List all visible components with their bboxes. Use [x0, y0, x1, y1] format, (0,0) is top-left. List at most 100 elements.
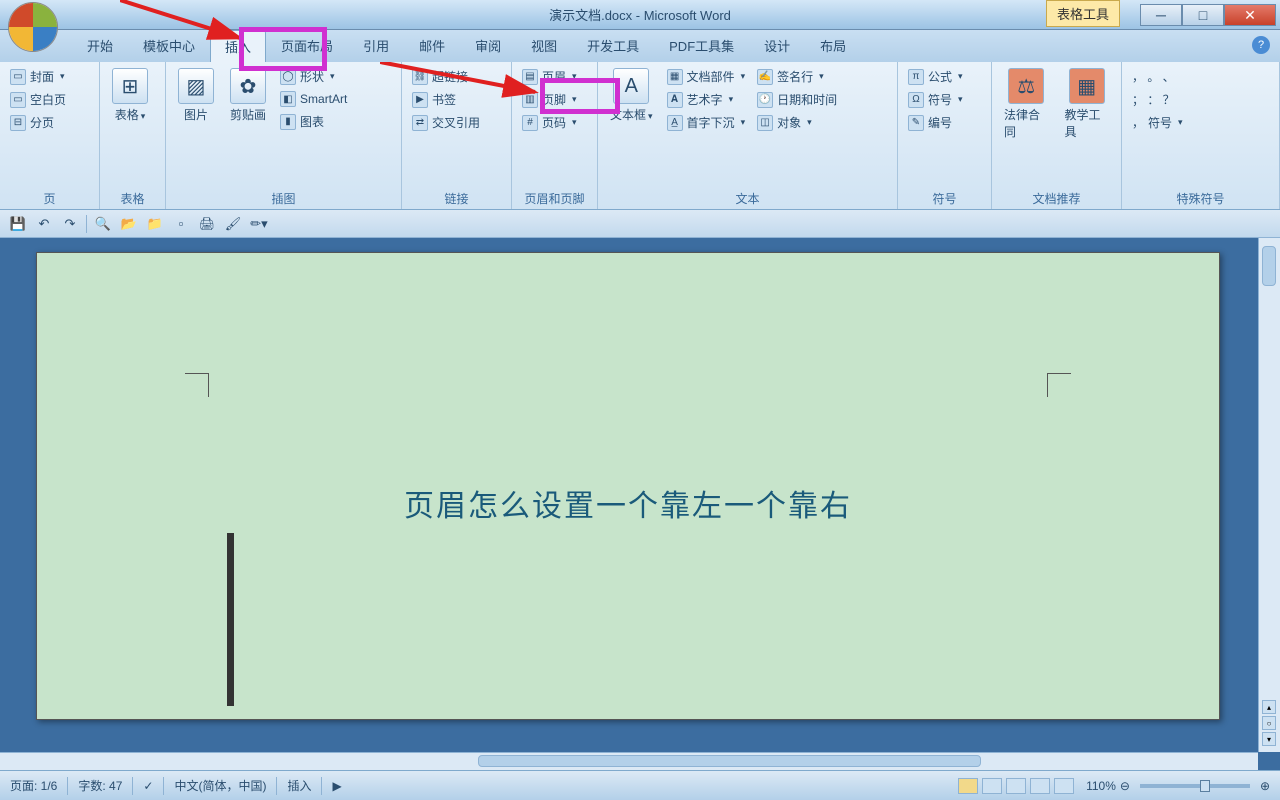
- symbol-button[interactable]: Ω符号: [904, 89, 967, 110]
- cover-page-button[interactable]: ▭封面: [6, 66, 70, 87]
- group-label: 文档推荐: [998, 188, 1115, 207]
- quick-access-toolbar: 💾 ↶ ↷ 🔍 📂 📁 ▫ 🖨 🖌 ✏▾: [0, 210, 1280, 238]
- parts-icon: ▦: [667, 69, 683, 85]
- special-sym-more[interactable]: ， 符号: [1128, 112, 1187, 133]
- legal-button[interactable]: ⚖法律合同: [998, 66, 1055, 142]
- tab-mail[interactable]: 邮件: [404, 29, 460, 62]
- status-spelling-icon[interactable]: ✓: [143, 779, 153, 793]
- special-sym-1[interactable]: ， 。 、: [1128, 66, 1187, 87]
- chart-button[interactable]: ▮图表: [276, 111, 351, 132]
- save-icon[interactable]: 💾: [8, 214, 28, 234]
- number-button[interactable]: ✎编号: [904, 112, 967, 133]
- document-heading[interactable]: 页眉怎么设置一个靠左一个靠右: [37, 481, 1219, 525]
- open-icon[interactable]: 📂: [119, 214, 139, 234]
- maximize-button[interactable]: □: [1182, 4, 1224, 26]
- document-table[interactable]: [227, 533, 234, 706]
- shapes-button[interactable]: ◯形状: [276, 66, 351, 87]
- close-button[interactable]: ✕: [1224, 4, 1276, 26]
- new-icon[interactable]: ▫: [171, 214, 191, 234]
- clock-icon: 🕐: [757, 92, 773, 108]
- tab-design[interactable]: 设计: [749, 29, 805, 62]
- pagenum-button[interactable]: #页码: [518, 112, 581, 133]
- tab-developer[interactable]: 开发工具: [572, 29, 654, 62]
- scroll-thumb[interactable]: [478, 755, 981, 767]
- folder-icon[interactable]: 📁: [145, 214, 165, 234]
- shapes-icon: ◯: [280, 69, 296, 85]
- wordart-button[interactable]: 𝐀艺术字: [663, 89, 750, 110]
- bookmark-button[interactable]: ▶书签: [408, 89, 484, 110]
- group-label: 页: [6, 188, 93, 207]
- blank-page-button[interactable]: ▭空白页: [6, 89, 70, 110]
- view-fullscreen[interactable]: [982, 778, 1002, 794]
- special-sym-2[interactable]: ； ： ？: [1128, 89, 1187, 110]
- sigline-button[interactable]: ✍签名行: [753, 66, 841, 87]
- tab-layout[interactable]: 页面布局: [266, 29, 348, 62]
- teaching-button[interactable]: ▦教学工具: [1059, 66, 1116, 142]
- clipart-button[interactable]: ✿剪贴画: [224, 66, 272, 125]
- datetime-button[interactable]: 🕐日期和时间: [753, 89, 841, 110]
- picture-button[interactable]: ▨图片: [172, 66, 220, 125]
- tab-table-layout[interactable]: 布局: [805, 29, 861, 62]
- brush-icon[interactable]: 🖌: [223, 214, 243, 234]
- page-icon: ▭: [10, 92, 26, 108]
- highlight-icon[interactable]: ✏▾: [249, 214, 269, 234]
- ribbon-tabs: 开始 模板中心 插入 页面布局 引用 邮件 审阅 视图 开发工具 PDF工具集 …: [0, 30, 1280, 62]
- footer-icon: ▥: [522, 92, 538, 108]
- omega-icon: Ω: [908, 92, 924, 108]
- office-button[interactable]: [8, 2, 64, 58]
- zoom-level[interactable]: 110%: [1086, 779, 1116, 793]
- tab-pdf[interactable]: PDF工具集: [654, 29, 749, 62]
- hyperlink-button[interactable]: ⛓超链接: [408, 66, 484, 87]
- zoom-slider[interactable]: [1140, 784, 1250, 788]
- help-button[interactable]: ?: [1252, 36, 1270, 54]
- header-button[interactable]: ▤页眉: [518, 66, 581, 87]
- print-icon[interactable]: 🖨: [197, 214, 217, 234]
- pi-icon: π: [908, 69, 924, 85]
- table-button[interactable]: ⊞表格: [106, 66, 154, 125]
- footer-button[interactable]: ▥页脚: [518, 89, 581, 110]
- clipart-icon: ✿: [230, 68, 266, 104]
- zoom-out-button[interactable]: ⊖: [1120, 779, 1130, 793]
- titlebar: 演示文档.docx - Microsoft Word 表格工具 ─ □ ✕: [0, 0, 1280, 30]
- tab-template[interactable]: 模板中心: [128, 29, 210, 62]
- zoom-in-button[interactable]: ⊕: [1260, 779, 1270, 793]
- minimize-button[interactable]: ─: [1140, 4, 1182, 26]
- equation-button[interactable]: π公式: [904, 66, 967, 87]
- view-web[interactable]: [1006, 778, 1026, 794]
- undo-icon[interactable]: ↶: [34, 214, 54, 234]
- smartart-button[interactable]: ◧SmartArt: [276, 89, 351, 109]
- preview-icon[interactable]: 🔍: [93, 214, 113, 234]
- textbox-button[interactable]: A文本框: [604, 66, 659, 125]
- status-language[interactable]: 中文(简体，中国): [174, 777, 266, 794]
- vertical-scrollbar[interactable]: ▴ ○ ▾: [1258, 238, 1280, 752]
- document-page[interactable]: 页眉怎么设置一个靠左一个靠右: [36, 252, 1220, 720]
- view-draft[interactable]: [1054, 778, 1074, 794]
- page-break-button[interactable]: ⊟分页: [6, 112, 70, 133]
- prev-page-button[interactable]: ▴: [1262, 700, 1276, 714]
- tab-home[interactable]: 开始: [72, 29, 128, 62]
- view-print-layout[interactable]: [958, 778, 978, 794]
- tab-insert[interactable]: 插入: [210, 30, 266, 62]
- pagenum-icon: #: [522, 115, 538, 131]
- status-page[interactable]: 页面: 1/6: [10, 777, 57, 794]
- tab-references[interactable]: 引用: [348, 29, 404, 62]
- docparts-button[interactable]: ▦文档部件: [663, 66, 750, 87]
- context-tab-table-tools[interactable]: 表格工具: [1046, 0, 1120, 27]
- status-wordcount[interactable]: 字数: 47: [78, 777, 122, 794]
- textbox-icon: A: [613, 68, 649, 104]
- view-outline[interactable]: [1030, 778, 1050, 794]
- document-area: 页眉怎么设置一个靠左一个靠右 ▴ ○ ▾: [0, 238, 1280, 770]
- tab-view[interactable]: 视图: [516, 29, 572, 62]
- dropcap-button[interactable]: A̲首字下沉: [663, 112, 750, 133]
- status-insert-mode[interactable]: 插入: [287, 777, 311, 794]
- crossref-icon: ⇄: [412, 115, 428, 131]
- tab-review[interactable]: 审阅: [460, 29, 516, 62]
- object-button[interactable]: ◫对象: [753, 112, 841, 133]
- status-macro-icon[interactable]: ▶: [332, 779, 341, 793]
- scroll-thumb[interactable]: [1262, 246, 1276, 286]
- redo-icon[interactable]: ↷: [60, 214, 80, 234]
- crossref-button[interactable]: ⇄交叉引用: [408, 112, 484, 133]
- next-page-button[interactable]: ▾: [1262, 732, 1276, 746]
- horizontal-scrollbar[interactable]: [0, 752, 1258, 770]
- browse-object-button[interactable]: ○: [1262, 716, 1276, 730]
